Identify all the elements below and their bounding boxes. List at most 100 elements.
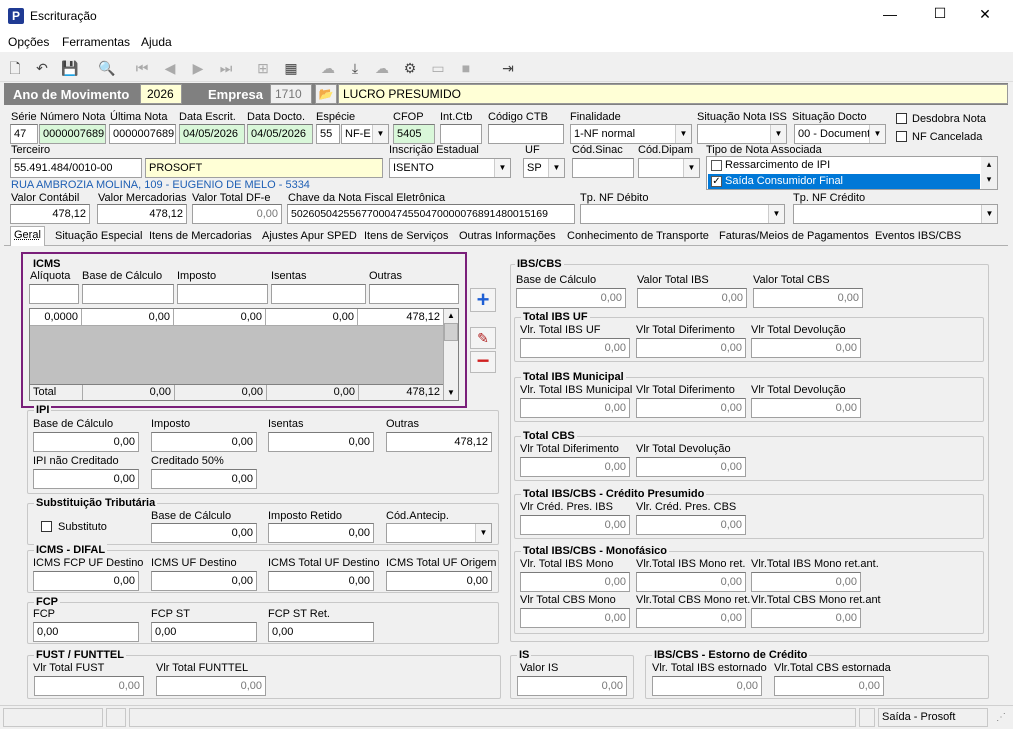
- ipi-isentas-field[interactable]: 0,00: [268, 432, 374, 452]
- previous-record-icon[interactable]: ◀: [160, 58, 180, 78]
- fcp-v3[interactable]: 0,00: [268, 622, 374, 642]
- difal-v1[interactable]: 0,00: [33, 571, 139, 591]
- first-record-icon[interactable]: ⏮: [132, 58, 152, 78]
- ipi-outras-field[interactable]: 478,12: [386, 432, 492, 452]
- fust-v2[interactable]: 0,00: [156, 676, 266, 696]
- folder-open-icon[interactable]: 📂: [315, 84, 337, 104]
- ressarcimento-checkbox[interactable]: [711, 160, 722, 171]
- new-document-icon[interactable]: 🗋: [5, 58, 25, 78]
- tab-conhecimento-transporte[interactable]: Conhecimento de Transporte: [564, 228, 712, 246]
- especie-select[interactable]: NF-E ▼: [341, 124, 389, 144]
- empresa-code-field[interactable]: 1710: [270, 84, 312, 104]
- tab-eventos-ibs-cbs[interactable]: Eventos IBS/CBS: [872, 228, 964, 246]
- icms-base-input[interactable]: [82, 284, 174, 304]
- data-escrit-field[interactable]: 04/05/2026: [179, 124, 245, 144]
- nf-cancelada-checkbox[interactable]: [896, 131, 907, 142]
- ibs-total-cbs-field[interactable]: 0,00: [753, 288, 863, 308]
- tree-icon[interactable]: ⊞: [253, 58, 273, 78]
- icms-isentas-input[interactable]: [271, 284, 366, 304]
- exit-door-icon[interactable]: ⇥: [498, 58, 518, 78]
- tipo-nota-item-ressarcimento[interactable]: Ressarcimento de IPI: [708, 158, 980, 173]
- tipo-nota-list[interactable]: Ressarcimento de IPI ✓ Saída Consumidor …: [706, 156, 998, 190]
- cbs-v1[interactable]: 0,00: [520, 457, 630, 477]
- tab-itens-servicos[interactable]: Itens de Serviços: [361, 228, 451, 246]
- uf-select[interactable]: SP ▼: [523, 158, 565, 178]
- remove-row-button[interactable]: −: [470, 350, 496, 373]
- cib-icon[interactable]: ⚙: [400, 58, 420, 78]
- ipi-nao-cred-field[interactable]: 0,00: [33, 469, 139, 489]
- fust-v1[interactable]: 0,00: [34, 676, 144, 696]
- tab-itens-mercadorias[interactable]: Itens de Mercadorias: [146, 228, 255, 246]
- sit-docto-select[interactable]: 00 - Document ▼: [794, 124, 886, 144]
- codigo-ctb-field[interactable]: [488, 124, 564, 144]
- table-row[interactable]: 0,0000 0,00 0,00 0,00 478,12: [30, 309, 443, 326]
- scroll-thumb[interactable]: [444, 323, 458, 341]
- grid-scrollbar[interactable]: ▲ ▼: [443, 309, 458, 400]
- icms-outras-input[interactable]: [369, 284, 459, 304]
- ibs-total-ibs-field[interactable]: 0,00: [637, 288, 747, 308]
- st-retido-field[interactable]: 0,00: [268, 523, 374, 543]
- ibs-base-field[interactable]: 0,00: [516, 288, 626, 308]
- mono-v4[interactable]: 0,00: [520, 608, 630, 628]
- ibs-mun-v3[interactable]: 0,00: [751, 398, 861, 418]
- mono-v3[interactable]: 0,00: [751, 572, 861, 592]
- difal-v2[interactable]: 0,00: [151, 571, 257, 591]
- ibs-uf-v2[interactable]: 0,00: [636, 338, 746, 358]
- resize-grip-icon[interactable]: ⋰: [996, 712, 1006, 723]
- difal-v3[interactable]: 0,00: [268, 571, 374, 591]
- int-ctb-field[interactable]: [440, 124, 482, 144]
- mono-v5[interactable]: 0,00: [636, 608, 746, 628]
- cloud-icon[interactable]: ☁: [318, 58, 338, 78]
- minimize-button[interactable]: —: [875, 6, 905, 22]
- consumidor-final-checkbox[interactable]: ✓: [711, 176, 722, 187]
- cod-dipam-select[interactable]: ▼: [638, 158, 700, 178]
- data-docto-field[interactable]: 04/05/2026: [247, 124, 313, 144]
- tab-outras-informacoes[interactable]: Outras Informações: [456, 228, 559, 246]
- undo-icon[interactable]: ↶: [32, 58, 52, 78]
- pres-v2[interactable]: 0,00: [636, 515, 746, 535]
- add-row-button[interactable]: +: [470, 288, 496, 312]
- last-record-icon[interactable]: ⏭: [216, 58, 236, 78]
- mono-v1[interactable]: 0,00: [520, 572, 630, 592]
- download-icon[interactable]: ⤓: [345, 58, 365, 78]
- scroll-up-icon[interactable]: ▲: [444, 309, 458, 323]
- panel-icon[interactable]: ▭: [428, 58, 448, 78]
- maximize-button[interactable]: ☐: [925, 5, 955, 22]
- square-icon[interactable]: ■: [456, 58, 476, 78]
- ibs-uf-v3[interactable]: 0,00: [751, 338, 861, 358]
- save-icon[interactable]: 💾: [60, 58, 80, 78]
- finalidade-select[interactable]: 1-NF normal ▼: [570, 124, 692, 144]
- mono-v6[interactable]: 0,00: [751, 608, 861, 628]
- cod-sinac-field[interactable]: [572, 158, 634, 178]
- icms-grid[interactable]: 0,0000 0,00 0,00 0,00 478,12 Total 0,00 …: [29, 308, 459, 401]
- valor-merc-field[interactable]: 478,12: [97, 204, 187, 224]
- numero-field[interactable]: 0000007689: [39, 124, 106, 144]
- mono-v2[interactable]: 0,00: [636, 572, 746, 592]
- chave-field[interactable]: 5026050425567700047455047000007689148001…: [287, 204, 575, 224]
- scroll-down-icon[interactable]: ▼: [444, 386, 458, 400]
- icms-aliquota-input[interactable]: [29, 284, 79, 304]
- ibs-mun-v2[interactable]: 0,00: [636, 398, 746, 418]
- ipi-cred50-field[interactable]: 0,00: [151, 469, 257, 489]
- ipi-imposto-field[interactable]: 0,00: [151, 432, 257, 452]
- difal-v4[interactable]: 0,00: [386, 571, 492, 591]
- tipo-nota-item-consumidor-final[interactable]: ✓ Saída Consumidor Final: [708, 174, 980, 189]
- is-v1[interactable]: 0,00: [517, 676, 627, 696]
- ibs-mun-v1[interactable]: 0,00: [520, 398, 630, 418]
- tab-faturas[interactable]: Faturas/Meios de Pagamentos: [716, 228, 872, 246]
- st-base-field[interactable]: 0,00: [151, 523, 257, 543]
- sit-iss-select[interactable]: ▼: [697, 124, 787, 144]
- tab-ajustes-sped[interactable]: Ajustes Apur SPED: [259, 228, 360, 246]
- cloud-upload-icon[interactable]: ☁: [372, 58, 392, 78]
- list-scrollbar[interactable]: ▴ ▾: [981, 157, 997, 189]
- menu-ferramentas[interactable]: Ferramentas: [62, 35, 130, 49]
- especie-code-field[interactable]: 55: [316, 124, 340, 144]
- tp-debito-select[interactable]: ▼: [580, 204, 785, 224]
- substituto-checkbox[interactable]: [41, 521, 52, 532]
- est-v2[interactable]: 0,00: [774, 676, 884, 696]
- tab-situacao-especial[interactable]: Situação Especial: [52, 228, 145, 246]
- valor-contabil-field[interactable]: 478,12: [10, 204, 90, 224]
- est-v1[interactable]: 0,00: [652, 676, 762, 696]
- icms-imposto-input[interactable]: [177, 284, 268, 304]
- calculator-icon[interactable]: ▦: [281, 58, 301, 78]
